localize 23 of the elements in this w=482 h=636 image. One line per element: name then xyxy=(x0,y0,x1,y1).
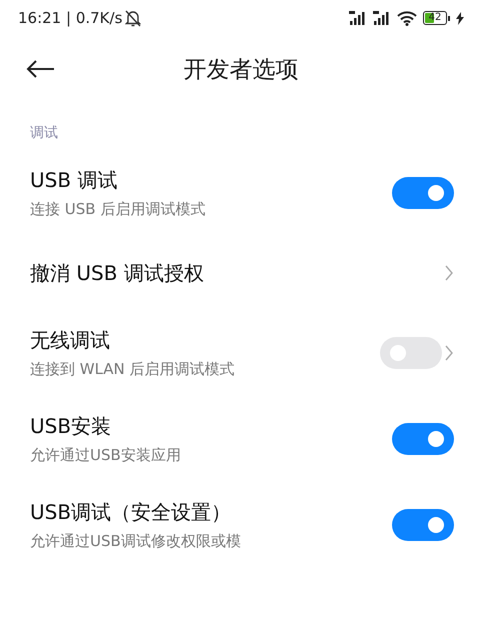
toggle-switch[interactable] xyxy=(380,337,442,369)
section-label: 调试 xyxy=(29,124,59,143)
setting-title[interactable]: USB安装 xyxy=(30,413,392,440)
signal-icon xyxy=(349,11,367,25)
chevron-icon xyxy=(444,344,454,362)
setting-description: 允许通过USB调试修改权限或模 xyxy=(30,532,242,551)
setting-title[interactable]: 撤消 USB 调试授权 xyxy=(30,260,444,286)
setting-description: 允许通过USB安装应用 xyxy=(30,446,182,465)
signal-icon xyxy=(373,11,391,25)
toggle-switch[interactable] xyxy=(392,509,454,541)
setting-title[interactable]: USB 调试 xyxy=(30,167,392,194)
toggle-switch[interactable] xyxy=(392,177,454,209)
setting-description: 连接到 WLAN 后启用调试模式 xyxy=(30,360,236,379)
charging-icon xyxy=(456,12,464,24)
page-title: 开发者选项 xyxy=(182,56,300,84)
setting-title[interactable]: USB调试（安全设置） xyxy=(30,499,392,526)
chevron-icon xyxy=(444,264,454,282)
bell-off-icon xyxy=(125,10,142,26)
wifi-icon xyxy=(397,10,417,26)
setting-description: 连接 USB 后启用调试模式 xyxy=(30,200,206,219)
setting-title[interactable]: 无线调试 xyxy=(30,327,380,354)
toggle-switch[interactable] xyxy=(392,423,454,455)
status-time: 16:21 | 0.7K/s xyxy=(18,9,122,27)
